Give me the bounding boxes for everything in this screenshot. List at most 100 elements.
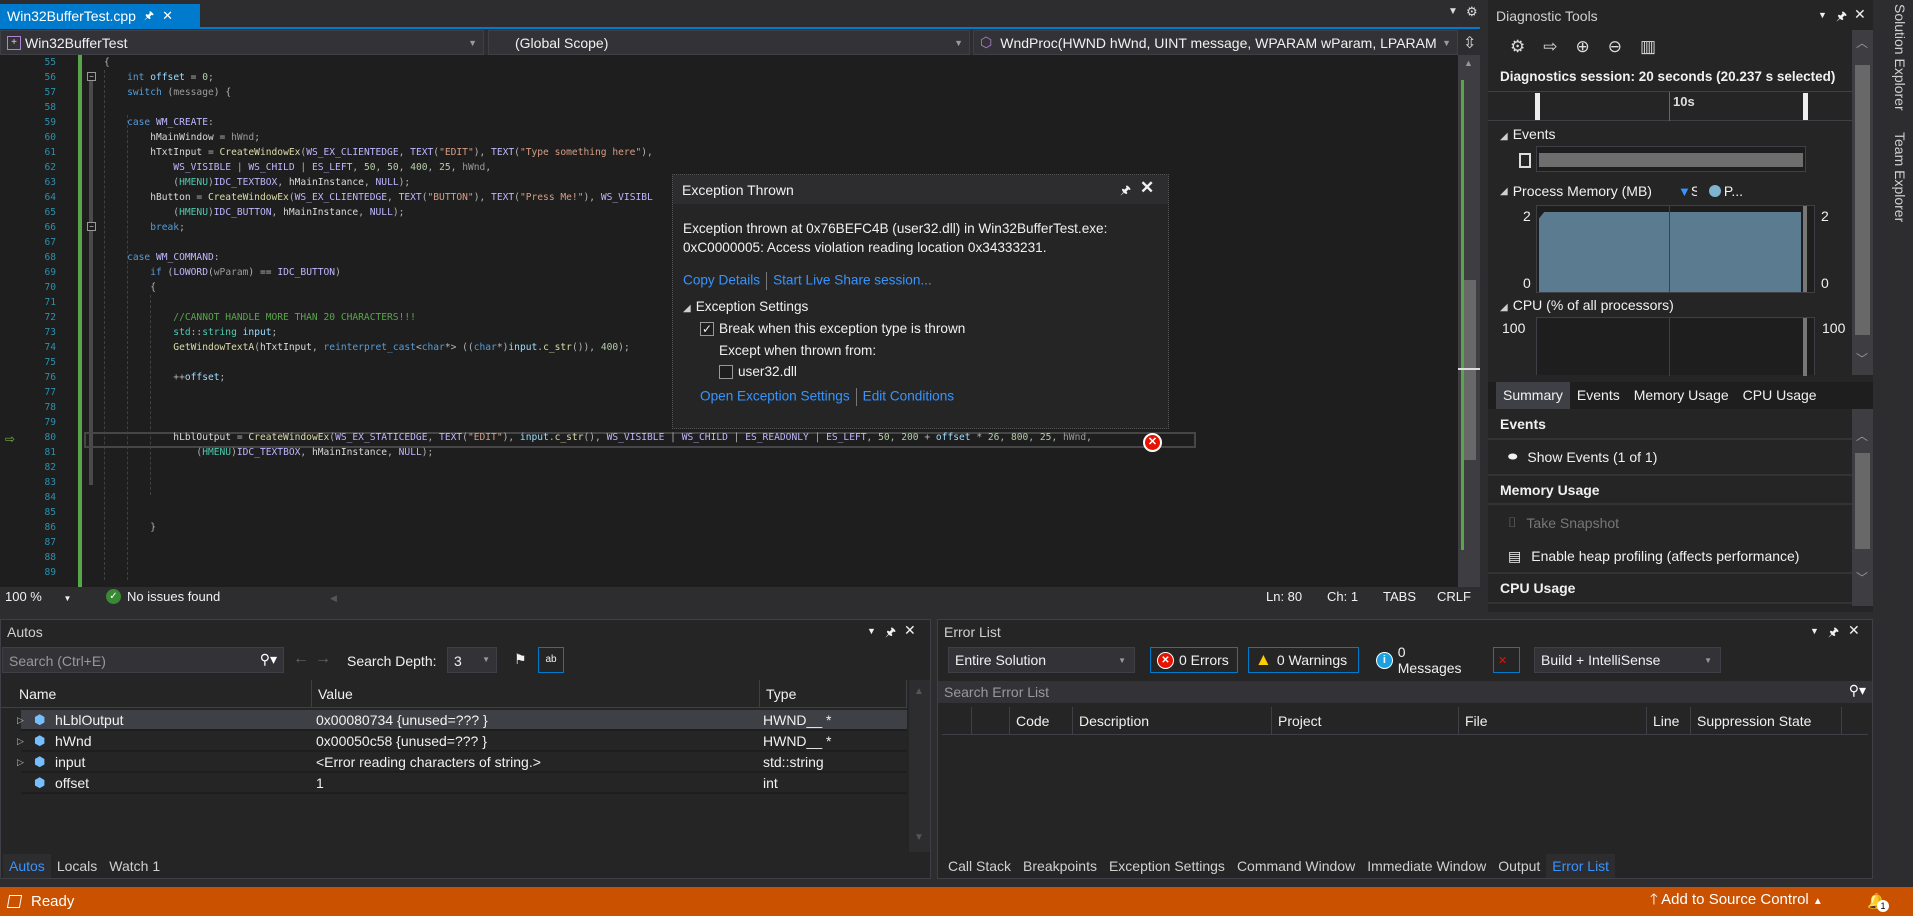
dropdown-icon[interactable]: ▼: [867, 626, 876, 636]
scope-dropdown[interactable]: Entire Solution ▼: [948, 647, 1135, 673]
code-line[interactable]: 85: [0, 505, 1458, 520]
pin-icon[interactable]: 🖈: [885, 623, 896, 644]
error-list-search-input[interactable]: Search Error List ⚲▾: [938, 681, 1872, 703]
expand-arrow-icon[interactable]: ▷: [17, 752, 24, 772]
scroll-up-icon[interactable]: ︿: [1856, 34, 1868, 51]
pin-icon[interactable]: 🖈: [1828, 623, 1839, 644]
events-section-header[interactable]: ◢ Events: [1500, 126, 1556, 142]
chart-scroll[interactable]: [1803, 318, 1807, 376]
scrollbar-thumb[interactable]: [1462, 280, 1476, 460]
chart-scroll[interactable]: [1803, 206, 1807, 292]
scroll-down-icon[interactable]: ﹀: [1856, 569, 1868, 586]
tab-command-window[interactable]: Command Window: [1231, 854, 1361, 878]
edit-conditions-link[interactable]: Edit Conditions: [863, 389, 954, 404]
scroll-up-icon[interactable]: ︿: [1856, 427, 1868, 444]
pin-icon[interactable]: 🖈: [1836, 7, 1847, 28]
code-line[interactable]: 89: [0, 565, 1458, 580]
code-line[interactable]: 84: [0, 490, 1458, 505]
code-line[interactable]: 87: [0, 535, 1458, 550]
autos-row[interactable]: ▷ ⬢ hLblOutput 0x00080734 {unused=??? } HWND…: [17, 710, 907, 731]
scroll-down-icon[interactable]: ﹀: [1856, 350, 1868, 367]
dropdown-icon[interactable]: ▼: [1818, 10, 1827, 20]
tab-overflow-icon[interactable]: ▼: [1448, 6, 1458, 17]
code-line[interactable]: 61 hTxtInput = CreateWindowEx(WS_EX_CLIE…: [0, 145, 1458, 160]
dropdown-icon[interactable]: ▼: [1810, 626, 1819, 636]
code-line[interactable]: 55 {: [0, 55, 1458, 70]
variable-value[interactable]: <Error reading characters of string.>: [316, 752, 541, 772]
zoom-out-icon[interactable]: ⊖: [1608, 37, 1622, 57]
diag-upper-scrollbar[interactable]: ︿ ﹀: [1852, 30, 1873, 375]
scrollbar-thumb[interactable]: [1855, 453, 1870, 549]
autos-row[interactable]: ▷ ⬢ input <Error reading characters of stri…: [17, 752, 907, 773]
column-header-severity[interactable]: [942, 707, 972, 735]
column-header-type[interactable]: Type: [760, 680, 907, 708]
column-header-name[interactable]: Name: [13, 680, 312, 708]
code-line[interactable]: 88: [0, 550, 1458, 565]
clear-filter-button[interactable]: ✕: [1493, 647, 1520, 673]
code-line[interactable]: 81 (HMENU)IDC_TEXTBOX, hMainInstance, NU…: [0, 445, 1458, 460]
code-line[interactable]: 58: [0, 100, 1458, 115]
events-track[interactable]: [1536, 146, 1806, 172]
pin-filter-icon[interactable]: ⚑: [514, 651, 527, 668]
expand-arrow-icon[interactable]: ▷: [17, 731, 24, 751]
code-line[interactable]: 60 hMainWindow = hWnd;: [0, 130, 1458, 145]
variable-value[interactable]: 1: [316, 773, 324, 793]
live-share-link[interactable]: Start Live Share session...: [773, 273, 932, 288]
take-snapshot-button[interactable]: ⌷ Take Snapshot: [1488, 505, 1852, 540]
exception-error-icon[interactable]: ✕: [1143, 433, 1162, 452]
split-window-icon[interactable]: ⇳: [1463, 33, 1476, 53]
autos-scrollbar[interactable]: ▲ ▼: [909, 680, 930, 852]
horizontal-scrollbar[interactable]: ◀: [330, 589, 1230, 604]
tab-error-list[interactable]: Error List: [1546, 854, 1616, 878]
solution-explorer-tab[interactable]: Solution Explorer: [1878, 4, 1908, 111]
issues-status[interactable]: No issues found: [127, 589, 220, 604]
pin-icon[interactable]: 🖈: [1120, 181, 1131, 202]
zoom-in-icon[interactable]: ⊕: [1576, 37, 1590, 57]
project-dropdown[interactable]: + Win32BufferTest ▼: [0, 30, 484, 55]
diag-tab-memory-usage[interactable]: Memory Usage: [1627, 382, 1736, 409]
cpu-chart[interactable]: [1536, 317, 1815, 376]
messages-filter-button[interactable]: i0 Messages: [1369, 644, 1479, 676]
selection-handle-left[interactable]: [1535, 93, 1540, 120]
warnings-filter-button[interactable]: ▲ 0 Warnings: [1248, 647, 1359, 673]
column-header-line[interactable]: Line: [1647, 707, 1691, 735]
tab-immediate-window[interactable]: Immediate Window: [1361, 854, 1492, 878]
search-icon[interactable]: ⚲▾: [260, 651, 277, 668]
autos-search-input[interactable]: Search (Ctrl+E) ⚲▾: [2, 647, 284, 673]
cpu-section-header[interactable]: ◢ CPU (% of all processors): [1500, 297, 1674, 313]
pin-icon[interactable]: 🖈: [144, 7, 154, 26]
close-icon[interactable]: ✕: [162, 8, 173, 24]
tab-win32buffertest-cpp[interactable]: Win32BufferTest.cpp 🖈 ✕: [0, 4, 200, 28]
tab-locals[interactable]: Locals: [51, 854, 103, 878]
code-line[interactable]: 80 hLblOutput = CreateWindowEx(WS_EX_STA…: [0, 430, 1458, 445]
tab-output[interactable]: Output: [1492, 854, 1546, 878]
errors-filter-button[interactable]: ✕ 0 Errors: [1150, 647, 1238, 673]
variable-value[interactable]: 0x00080734 {unused=??? }: [316, 710, 488, 730]
timeline-ruler[interactable]: 10s: [1488, 91, 1852, 121]
column-header-value[interactable]: Value: [312, 680, 760, 708]
open-exception-settings-link[interactable]: Open Exception Settings: [700, 389, 850, 404]
line-ending-indicator[interactable]: CRLF: [1437, 589, 1471, 604]
tab-breakpoints[interactable]: Breakpoints: [1017, 854, 1103, 878]
column-header-code[interactable]: Code: [1010, 707, 1073, 735]
close-icon[interactable]: ✕: [1140, 178, 1154, 198]
code-line[interactable]: 86 }: [0, 520, 1458, 535]
column-header-file[interactable]: File: [1459, 707, 1647, 735]
close-icon[interactable]: ✕: [1854, 6, 1866, 23]
team-explorer-tab[interactable]: Team Explorer: [1878, 132, 1908, 222]
reset-view-icon[interactable]: ▥: [1640, 37, 1656, 57]
diag-tab-summary[interactable]: Summary: [1496, 382, 1570, 409]
scroll-up-icon[interactable]: ▲: [1464, 58, 1473, 68]
column-header-project[interactable]: Project: [1272, 707, 1459, 735]
scope-dropdown[interactable]: (Global Scope) ▼: [488, 30, 970, 55]
export-icon[interactable]: ⇨: [1543, 37, 1557, 57]
break-when-thrown-checkbox[interactable]: ✓ Break when this exception type is throw…: [700, 321, 965, 337]
source-dropdown[interactable]: Build + IntelliSense ▼: [1534, 647, 1721, 673]
view-hex-toggle-icon[interactable]: ab: [538, 647, 564, 673]
autos-row[interactable]: ⬢ offset 1 int: [21, 773, 907, 794]
code-line[interactable]: 82: [0, 460, 1458, 475]
notifications-bell-icon[interactable]: 🔔 1: [1867, 892, 1889, 912]
code-line[interactable]: 62 WS_VISIBLE | WS_CHILD | ES_LEFT, 50, …: [0, 160, 1458, 175]
code-line[interactable]: 57 switch (message) {: [0, 85, 1458, 100]
diag-tab-events[interactable]: Events: [1570, 382, 1627, 409]
